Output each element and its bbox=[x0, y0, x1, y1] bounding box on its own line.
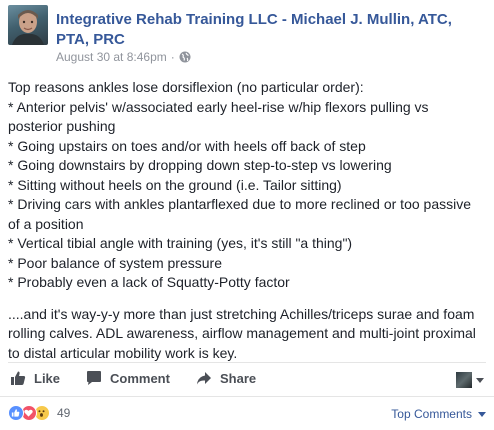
action-bar: Like Comment Share bbox=[0, 364, 494, 394]
author-avatar[interactable] bbox=[8, 5, 48, 45]
post-line: * Anterior pelvis' w/associated early he… bbox=[8, 98, 429, 135]
post-line: * Poor balance of system pressure bbox=[8, 254, 222, 271]
like-reaction-icon bbox=[8, 405, 24, 421]
comment-button[interactable]: Comment bbox=[86, 370, 170, 386]
thumbs-up-icon bbox=[11, 371, 26, 385]
post-line: * Vertical tibial angle with training (y… bbox=[8, 235, 353, 251]
author-name-link[interactable]: Integrative Rehab Training LLC - Michael… bbox=[56, 10, 476, 50]
divider bbox=[0, 396, 494, 397]
reaction-count[interactable]: 49 bbox=[57, 406, 70, 420]
meta-separator: · bbox=[170, 50, 175, 64]
post-closing-paragraph: ....and it's way-y-y more than just stre… bbox=[8, 305, 476, 361]
share-label: Share bbox=[220, 370, 257, 386]
post-line: * Going upstairs on toes and/or with hee… bbox=[8, 137, 366, 154]
viewer-avatar[interactable] bbox=[456, 372, 472, 388]
share-button[interactable]: Share bbox=[196, 370, 256, 386]
globe-icon[interactable] bbox=[179, 51, 191, 63]
post-line: * Sitting without heels on the ground (i… bbox=[8, 176, 342, 193]
facebook-post: Integrative Rehab Training LLC - Michael… bbox=[0, 0, 494, 430]
comment-bubble-icon bbox=[87, 371, 101, 385]
post-line: Top reasons ankles lose dorsiflexion (no… bbox=[8, 79, 364, 95]
like-label: Like bbox=[34, 370, 61, 386]
post-line: * Probably even a lack of Squatty-Potty … bbox=[8, 274, 290, 290]
chevron-down-icon[interactable] bbox=[476, 378, 484, 383]
post-timestamp[interactable]: August 30 at 8:46pm bbox=[56, 50, 167, 64]
comment-label: Comment bbox=[110, 370, 170, 386]
chevron-down-icon bbox=[478, 411, 486, 417]
comment-sort-label: Top Comments bbox=[391, 407, 472, 421]
post-body: Top reasons ankles lose dorsiflexion (no… bbox=[8, 78, 486, 363]
post-line: * Driving cars with ankles plantarflexed… bbox=[8, 196, 472, 232]
reactions-summary[interactable]: 49 bbox=[8, 405, 70, 421]
share-arrow-icon bbox=[197, 372, 211, 385]
divider bbox=[8, 362, 486, 363]
post-meta: August 30 at 8:46pm · bbox=[56, 50, 191, 64]
like-button[interactable]: Like bbox=[10, 370, 60, 386]
post-line: * Going downstairs by dropping down step… bbox=[8, 157, 392, 173]
comment-sort-dropdown[interactable]: Top Comments bbox=[391, 407, 486, 421]
